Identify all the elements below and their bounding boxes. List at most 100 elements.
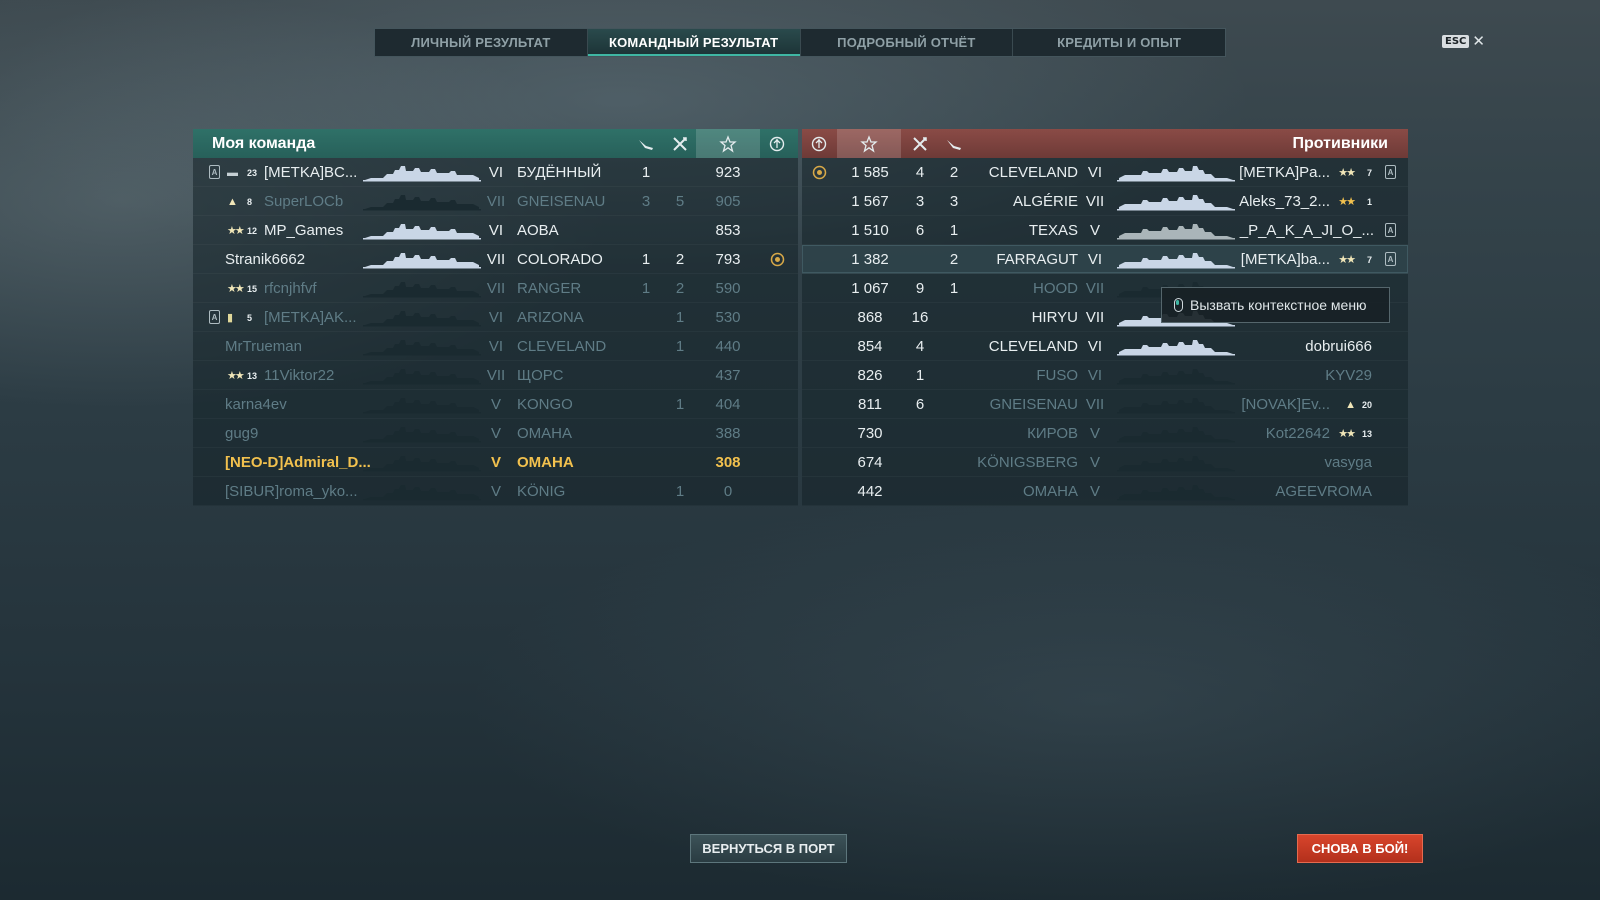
base-xp: 1 382 xyxy=(851,251,889,268)
ship-name: GNEISENAU xyxy=(517,193,606,210)
frags xyxy=(903,245,937,274)
player-name[interactable]: [METKA]ba... xyxy=(1241,245,1330,274)
ship-name: CLEVELAND xyxy=(988,164,1078,181)
player-name[interactable]: Stranik6662 xyxy=(225,245,305,274)
battle-again-button[interactable]: СНОВА В БОЙ! xyxy=(1297,834,1423,863)
frags xyxy=(903,448,937,477)
ship-tier: VII xyxy=(1085,309,1105,326)
player-name[interactable]: Aleks_73_2... xyxy=(1239,187,1330,216)
ship-tier: V xyxy=(1089,483,1100,500)
team-row[interactable]: Stranik6662 VII COLORADO 1 2 793 xyxy=(193,245,798,274)
team-row[interactable]: 826 1 FUSO VI KYV29 xyxy=(802,361,1408,390)
team-row[interactable]: A ▮ 5 [METKA]AK... VI ARIZONA 1 530 xyxy=(193,303,798,332)
ship-tier: VI xyxy=(1087,367,1103,384)
clan-icon: A xyxy=(209,310,220,324)
rank-number: 12 xyxy=(247,225,258,236)
player-name[interactable]: 11Viktor22 xyxy=(264,361,334,390)
player-name[interactable]: MrTrueman xyxy=(225,332,302,361)
rank-badge-icon: ★★ xyxy=(1338,167,1356,179)
medal-icon xyxy=(802,158,836,187)
team-row[interactable]: ▲ 8 SuperLOCb VII GNEISENAU 3 5 905 xyxy=(193,187,798,216)
team-row[interactable]: 854 4 CLEVELAND VI dobrui666 xyxy=(802,332,1408,361)
clan-icon: A xyxy=(209,165,220,179)
frags-icon[interactable] xyxy=(663,129,697,158)
frags: 1 xyxy=(675,338,685,355)
ship-silhouette xyxy=(1117,223,1235,239)
plane-kills xyxy=(629,303,663,332)
player-name[interactable]: _P_A_K_A_JI_O_... xyxy=(1240,216,1374,245)
star-icon[interactable] xyxy=(837,129,901,158)
enemy-team-header: Противники xyxy=(802,129,1408,158)
player-name[interactable]: vasyga xyxy=(1324,448,1372,477)
plane-kills: 1 xyxy=(641,251,651,268)
base-xp: 1 585 xyxy=(851,164,889,181)
ship-image xyxy=(363,332,481,361)
ship-image xyxy=(363,361,481,390)
player-name[interactable]: MP_Games xyxy=(264,216,343,245)
player-name[interactable]: AGEEVROMA xyxy=(1275,477,1372,506)
ship-image xyxy=(1117,419,1235,448)
player-name[interactable]: [NEO-D]Admiral_D... xyxy=(225,448,371,477)
tab-detailed-report[interactable]: ПОДРОБНЫЙ ОТЧЁТ xyxy=(801,29,1014,56)
ship-tier: V xyxy=(490,454,501,471)
frags xyxy=(663,216,697,245)
ship-silhouette xyxy=(363,455,481,471)
team-row[interactable]: 674 KÖNIGSBERG Vvasyga xyxy=(802,448,1408,477)
star-icon[interactable] xyxy=(696,129,760,158)
plane-kills-icon[interactable] xyxy=(937,129,971,158)
plane-kills xyxy=(629,477,663,506)
close-button[interactable]: ESC ✕ xyxy=(1442,32,1485,50)
team-row[interactable]: 1 510 6 1 TEXAS V _P_A_K_A_JI_O_... A xyxy=(802,216,1408,245)
plane-kills-icon[interactable] xyxy=(629,129,663,158)
team-row[interactable]: A ▬ 23 [METKA]BC... VI БУДЁННЫЙ 1 923 xyxy=(193,158,798,187)
ship-tier: VII xyxy=(1085,280,1105,297)
team-row[interactable]: ★★ 13 11Viktor22 VII ЩОРС 437 xyxy=(193,361,798,390)
player-name[interactable]: [SIBUR]roma_yko... xyxy=(225,477,358,506)
team-row[interactable]: MrTrueman VI CLEVELAND 1 440 xyxy=(193,332,798,361)
team-row[interactable]: 1 567 3 3 ALGÉRIE VII Aleks_73_2... ★★ 1 xyxy=(802,187,1408,216)
return-to-port-button[interactable]: ВЕРНУТЬСЯ В ПОРТ xyxy=(690,834,847,863)
team-row[interactable]: [SIBUR]roma_yko... V KÖNIG 1 0 xyxy=(193,477,798,506)
team-row[interactable]: [NEO-D]Admiral_D... V OMAHA 308 xyxy=(193,448,798,477)
rank-number: 13 xyxy=(247,370,258,381)
player-name[interactable]: [METKA]BC... xyxy=(264,158,357,187)
player-name[interactable]: Kot22642 xyxy=(1266,419,1330,448)
achievement-icon[interactable] xyxy=(760,129,794,158)
team-row[interactable]: ★★ 12 MP_Games VI AOBA 853 xyxy=(193,216,798,245)
frags: 3 xyxy=(915,193,925,210)
rank-badge-icon: ★★ xyxy=(1338,196,1356,208)
tab-credits-xp[interactable]: КРЕДИТЫ И ОПЫТ xyxy=(1013,29,1225,56)
player-name[interactable]: [METKA]AK... xyxy=(264,303,357,332)
team-row[interactable]: karna4ev V KONGO 1 404 xyxy=(193,390,798,419)
plane-kills: 2 xyxy=(949,164,959,181)
rank-number: 5 xyxy=(247,312,253,323)
player-name[interactable]: [METKA]Pa... xyxy=(1239,158,1330,187)
player-name[interactable]: rfcnjhfvf xyxy=(264,274,317,303)
enemy-team-list: 1 585 4 2 CLEVELAND VI [METKA]Pa... ★★ 7 A 1 567 3… xyxy=(802,158,1408,506)
achievement-icon[interactable] xyxy=(802,129,836,158)
team-row[interactable]: ★★ 15 rfcnjhfvf VII RANGER 1 2 590 xyxy=(193,274,798,303)
close-icon: ✕ xyxy=(1472,32,1485,50)
frags: 1 xyxy=(675,396,685,413)
tab-personal-result[interactable]: ЛИЧНЫЙ РЕЗУЛЬТАТ xyxy=(375,29,588,56)
ship-image xyxy=(1117,390,1235,419)
player-name[interactable]: SuperLOCb xyxy=(264,187,343,216)
plane-kills xyxy=(937,361,971,390)
player-name[interactable]: gug9 xyxy=(225,419,258,448)
ship-image xyxy=(1117,361,1235,390)
ship-name: AOBA xyxy=(517,222,559,239)
team-row[interactable]: 730 КИРОВ V Kot22642 ★★ 13 xyxy=(802,419,1408,448)
team-row[interactable]: 442 OMAHA V AGEEVROMA xyxy=(802,477,1408,506)
frags-icon[interactable] xyxy=(903,129,937,158)
tab-team-result[interactable]: КОМАНДНЫЙ РЕЗУЛЬТАТ xyxy=(587,29,801,56)
player-name[interactable]: KYV29 xyxy=(1325,361,1372,390)
team-row[interactable]: 1 585 4 2 CLEVELAND VI [METKA]Pa... ★★ 7 A xyxy=(802,158,1408,187)
player-name[interactable]: karna4ev xyxy=(225,390,287,419)
team-row[interactable]: 811 6 GNEISENAU VII [NOVAK]Ev... ▲ 20 xyxy=(802,390,1408,419)
team-row[interactable]: 1 382 2 FARRAGUT VI [METKA]ba... ★★ 7 A xyxy=(802,245,1408,274)
base-xp: 854 xyxy=(857,338,883,355)
player-name[interactable]: dobrui666 xyxy=(1305,332,1372,361)
player-name[interactable]: [NOVAK]Ev... xyxy=(1241,390,1330,419)
context-menu-tooltip: Вызвать контекстное меню xyxy=(1161,287,1390,323)
team-row[interactable]: gug9 V OMAHA 388 xyxy=(193,419,798,448)
